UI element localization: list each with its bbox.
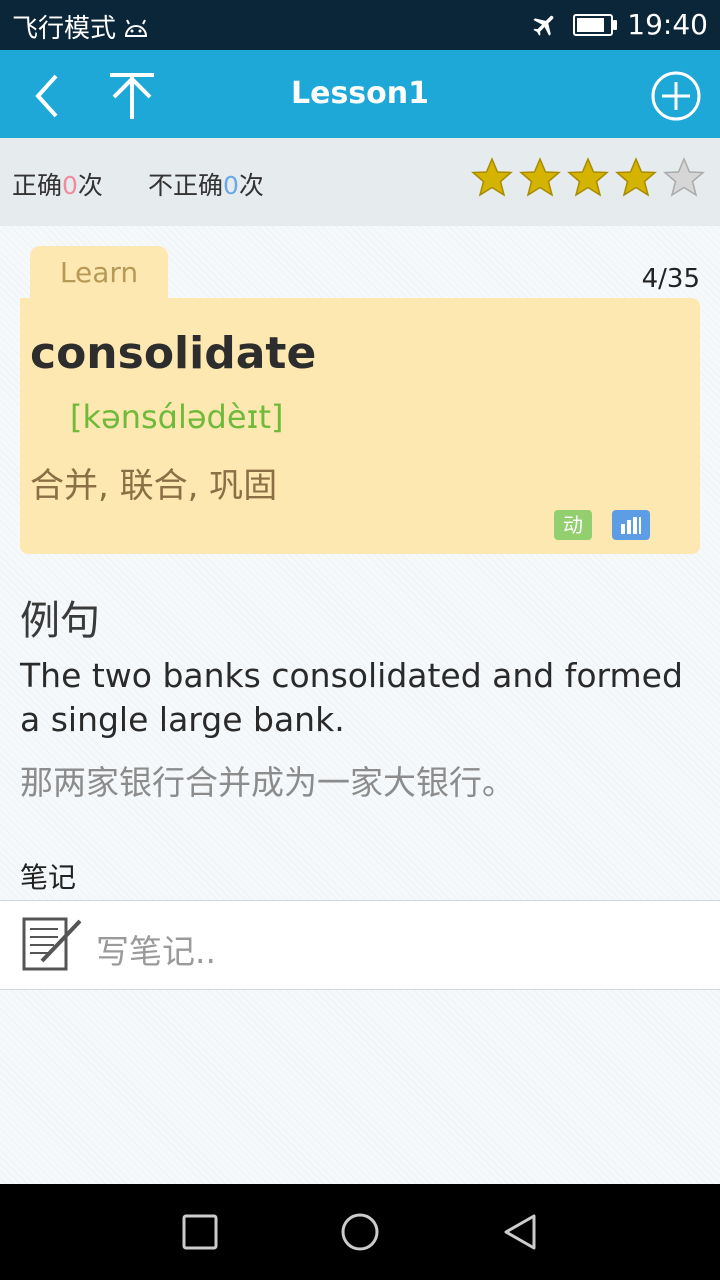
- correct-unit: 次: [77, 171, 103, 200]
- airplane-icon: [533, 15, 554, 36]
- system-nav-bar: [0, 1184, 720, 1280]
- notes-input[interactable]: 写笔记..: [0, 900, 720, 990]
- correct-count: 正确0次: [12, 166, 103, 202]
- meaning: 合并, 联合, 巩固: [30, 466, 278, 506]
- recent-apps-icon[interactable]: [180, 1212, 220, 1252]
- phonetic[interactable]: [kənsɑ́lədèɪt]: [70, 398, 283, 436]
- airplane-mode-label: 飞行模式: [12, 14, 117, 44]
- home-icon[interactable]: [340, 1212, 380, 1252]
- word-card[interactable]: consolidate [kənsɑ́lədèɪt] 合并, 联合, 巩固 动: [20, 298, 700, 554]
- star-filled-icon[interactable]: [518, 156, 562, 200]
- correct-value: 0: [62, 171, 78, 200]
- star-filled-icon[interactable]: [470, 156, 514, 200]
- back-nav-icon[interactable]: [500, 1212, 540, 1252]
- android-icon: [125, 19, 148, 37]
- frequency-bars-icon: [621, 517, 641, 534]
- page-title: Lesson1: [290, 76, 430, 111]
- learn-tab[interactable]: Learn: [30, 246, 168, 302]
- word-counter: 4/35: [641, 264, 700, 294]
- example-chinese: 那两家银行合并成为一家大银行。: [20, 763, 515, 802]
- example-title: 例句: [20, 598, 100, 644]
- app-bar: Lesson1: [0, 50, 720, 138]
- add-button[interactable]: [648, 68, 704, 124]
- example-english: The two banks consolidated and formed a …: [20, 656, 683, 739]
- star-rating[interactable]: [470, 156, 706, 200]
- incorrect-label: 不正确: [148, 171, 224, 200]
- note-edit-icon: [22, 917, 82, 971]
- star-filled-icon[interactable]: [566, 156, 610, 200]
- correct-label: 正确: [12, 171, 63, 200]
- notes-label: 笔记: [20, 861, 77, 894]
- star-empty-icon[interactable]: [662, 156, 706, 200]
- frequency-tag: [612, 510, 650, 540]
- notes-placeholder: 写笔记..: [96, 932, 216, 971]
- incorrect-count: 不正确0次: [148, 166, 264, 202]
- pos-tag-verb: 动: [554, 510, 592, 540]
- star-filled-icon[interactable]: [614, 156, 658, 200]
- clock: 19:40: [627, 8, 708, 41]
- word-title: consolidate: [30, 328, 317, 379]
- status-bar: 飞行模式 19:40: [0, 0, 720, 50]
- plus-circle-icon: [651, 71, 701, 121]
- battery-icon: [573, 13, 618, 36]
- incorrect-value: 0: [223, 171, 239, 200]
- incorrect-unit: 次: [238, 171, 264, 200]
